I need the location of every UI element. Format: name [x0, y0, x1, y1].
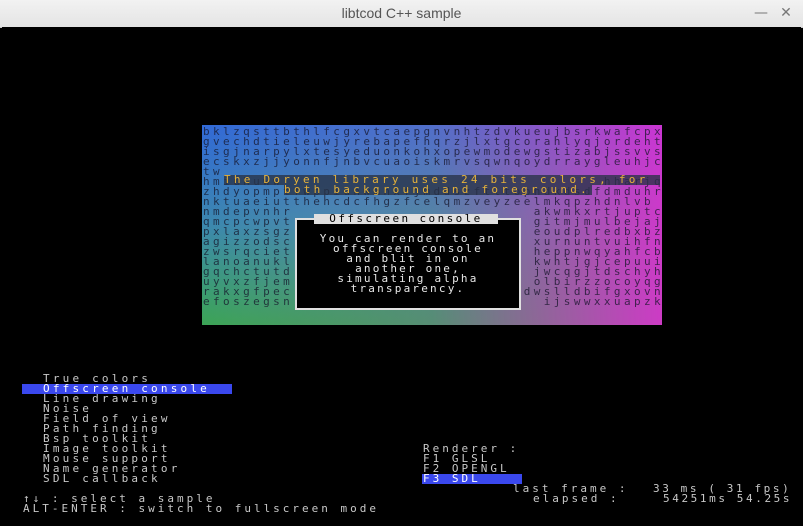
fullscreen-hint: ALT-ENTER : switch to fullscreen mode — [23, 502, 380, 515]
console-screen: bklzqsttbthlfcgxvtcaepgnvnhtzdvkueujbsrk… — [2, 27, 801, 524]
close-button[interactable]: ✕ — [775, 0, 797, 27]
elapsed-label: elapsed : — [533, 492, 620, 505]
banner-line-2: both background and foreground. — [284, 183, 591, 196]
elapsed-value: 54251ms 54.25s — [663, 492, 793, 505]
minimize-button[interactable]: — — [750, 0, 772, 27]
window-title: libtcod C++ sample — [341, 5, 462, 21]
offscreen-console-title: Offscreen console — [314, 213, 498, 224]
offscreen-line: transparency. — [350, 282, 466, 295]
menu-item-sdl-callback[interactable]: SDL callback — [43, 473, 161, 484]
offscreen-console-text: You can render to an offscreen console a… — [299, 233, 517, 295]
window-titlebar: libtcod C++ sample — ✕ — [0, 0, 803, 28]
renderer-option-sdl[interactable]: F3 SDL — [423, 473, 481, 484]
